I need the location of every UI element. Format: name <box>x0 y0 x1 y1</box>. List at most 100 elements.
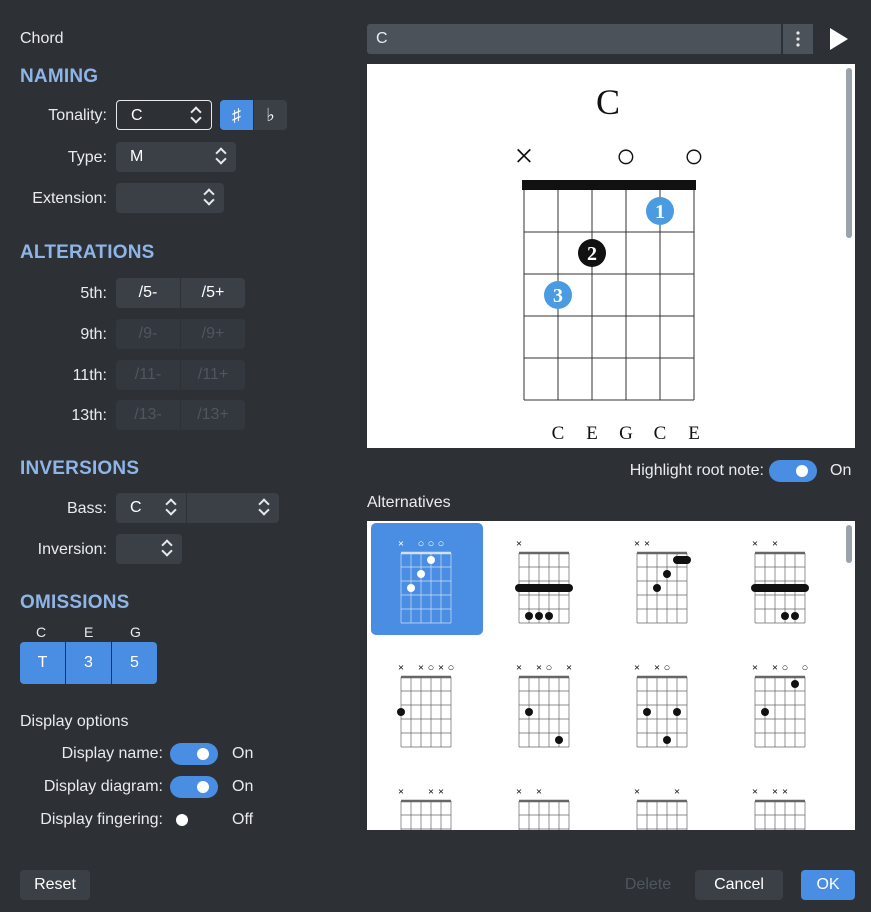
display-name-state: On <box>232 745 254 762</box>
alternative-chord-thumbnail[interactable]: × × ○ ○ <box>752 662 809 748</box>
alteration-9-minus-button[interactable]: /9- <box>116 319 180 349</box>
svg-text:×: × <box>674 786 680 798</box>
type-label: Type: <box>67 149 107 166</box>
alternative-chord-thumbnail[interactable]: × × <box>634 538 691 624</box>
inversion-label: Inversion: <box>37 541 107 558</box>
svg-text:○: ○ <box>802 662 809 674</box>
sharp-button[interactable]: ♯ <box>220 100 253 130</box>
alteration-9-plus-button[interactable]: /9+ <box>181 319 245 349</box>
svg-text:×: × <box>398 662 404 674</box>
svg-text:×: × <box>398 786 404 798</box>
svg-text:×: × <box>536 662 542 674</box>
display-fingering-toggle[interactable] <box>170 809 218 831</box>
chevron-updown-icon <box>204 188 214 206</box>
more-options-button[interactable] <box>783 24 813 54</box>
note-name: C <box>552 423 565 444</box>
omit-root-button[interactable]: T <box>20 642 65 684</box>
svg-text:×: × <box>418 662 424 674</box>
finger-dots: 1 2 3 <box>544 197 674 309</box>
reset-button[interactable]: Reset <box>20 870 90 900</box>
note-name: G <box>619 423 633 444</box>
svg-text:○: ○ <box>428 662 435 674</box>
svg-text:×: × <box>782 786 788 798</box>
svg-text:○: ○ <box>448 662 455 674</box>
alteration-13-minus-button[interactable]: /13- <box>116 400 180 430</box>
svg-text:×: × <box>772 786 778 798</box>
type-select[interactable]: M <box>116 142 236 172</box>
alteration-5-plus-button[interactable]: /5+ <box>181 278 245 308</box>
alteration-label: 9th: <box>80 326 107 343</box>
extension-label: Extension: <box>32 190 107 207</box>
svg-text:×: × <box>398 538 404 550</box>
chevron-updown-icon <box>191 106 201 124</box>
alternative-chord-thumbnail[interactable]: × × <box>634 786 688 830</box>
svg-text:×: × <box>634 662 640 674</box>
string-markers: × ○ ○ <box>514 138 704 175</box>
display-name-label: Display name: <box>61 745 163 762</box>
flat-button[interactable]: ♭ <box>254 100 287 130</box>
alternatives-panel: × ○ ○ ○ × × × × × × × ○ × ○ × × ○ × × × ○ × × ○ ○ × × × × × × × × × × <box>367 521 855 830</box>
alteration-label: 13th: <box>71 407 107 424</box>
ok-button[interactable]: OK <box>801 870 855 900</box>
alteration-13-plus-button[interactable]: /13+ <box>181 400 245 430</box>
inversion-select[interactable] <box>116 534 182 564</box>
svg-text:×: × <box>566 662 572 674</box>
bass-extra-select[interactable] <box>187 493 279 523</box>
omissions-heading: OMISSIONS <box>20 592 130 613</box>
svg-text:○: ○ <box>428 538 435 550</box>
alterations-heading: ALTERATIONS <box>20 242 155 263</box>
display-diagram-toggle[interactable] <box>170 776 218 798</box>
note-name: E <box>688 423 700 444</box>
highlight-root-toggle[interactable] <box>769 460 817 482</box>
diagram-nut <box>522 180 696 190</box>
alternative-chord-thumbnail[interactable]: × ○ ○ ○ <box>371 523 483 635</box>
omission-note-label: G <box>130 624 141 640</box>
alternative-chord-thumbnail[interactable]: × × <box>751 538 809 624</box>
svg-text:×: × <box>516 662 522 674</box>
display-fingering-label: Display fingering: <box>40 811 163 828</box>
note-names: CEGCE <box>552 423 700 444</box>
alternatives-heading: Alternatives <box>367 494 451 511</box>
tonality-select[interactable]: C <box>116 100 212 130</box>
alteration-5-minus-button[interactable]: /5- <box>116 278 180 308</box>
delete-button[interactable]: Delete <box>610 870 686 900</box>
omit-third-button[interactable]: 3 <box>66 642 111 684</box>
svg-text:○: ○ <box>418 538 425 550</box>
open-string-marker: ○ <box>684 138 705 175</box>
alternative-chord-thumbnail[interactable]: × × × <box>397 786 452 830</box>
alternative-chord-thumbnail[interactable]: × × ○ × <box>516 662 572 748</box>
finger-number: 3 <box>553 285 563 307</box>
cancel-button[interactable]: Cancel <box>695 870 783 900</box>
display-name-toggle[interactable] <box>170 743 218 765</box>
svg-text:×: × <box>428 786 434 798</box>
alternatives-scrollbar[interactable] <box>846 525 852 563</box>
alteration-11-minus-button[interactable]: /11- <box>116 360 180 390</box>
alteration-11-plus-button[interactable]: /11+ <box>181 360 245 390</box>
chevron-updown-icon <box>216 147 226 165</box>
omit-fifth-button[interactable]: 5 <box>112 642 157 684</box>
chord-name-input[interactable]: C <box>367 24 781 54</box>
bass-label: Bass: <box>66 500 107 517</box>
svg-text:○: ○ <box>546 662 553 674</box>
naming-heading: NAMING <box>20 66 99 87</box>
alternative-chord-thumbnail[interactable]: × × × <box>751 786 809 830</box>
note-name: C <box>654 423 667 444</box>
alternative-chord-thumbnail[interactable]: × <box>515 538 573 624</box>
extension-select[interactable] <box>116 183 224 213</box>
open-string-marker: ○ <box>616 138 637 175</box>
alternative-chord-thumbnail[interactable]: × × ○ <box>634 662 688 748</box>
svg-text:○: ○ <box>664 662 671 674</box>
play-icon <box>830 28 848 50</box>
bass-note-select[interactable]: C <box>116 493 186 523</box>
alternative-chord-thumbnail[interactable]: × × ○ × ○ <box>397 662 455 748</box>
svg-text:×: × <box>438 662 444 674</box>
svg-text:×: × <box>634 538 640 550</box>
play-button[interactable] <box>820 22 854 56</box>
diagram-scrollbar[interactable] <box>846 68 852 238</box>
svg-text:×: × <box>654 662 660 674</box>
svg-text:×: × <box>634 786 640 798</box>
alternative-chord-thumbnail[interactable]: × × <box>516 786 573 830</box>
tonality-label: Tonality: <box>48 107 107 124</box>
highlight-root-label: Highlight root note: <box>629 462 764 479</box>
svg-text:×: × <box>516 786 522 798</box>
